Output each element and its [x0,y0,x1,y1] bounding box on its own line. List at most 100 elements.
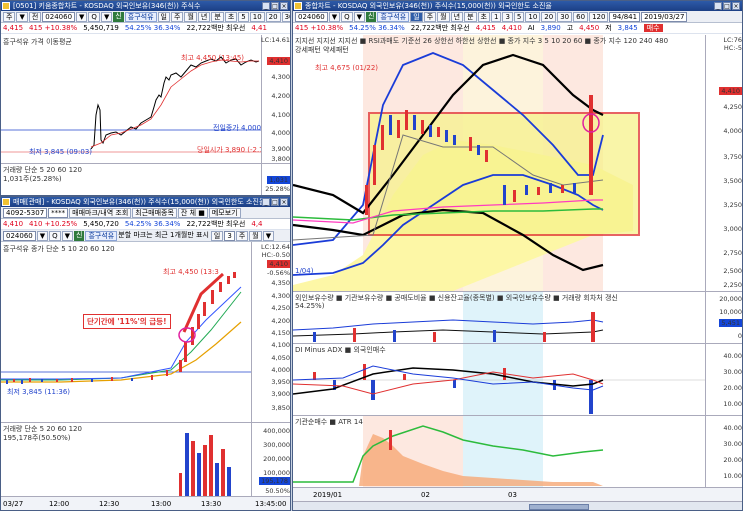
code-dropdown[interactable]: ▼ [328,12,341,22]
window-intraday-chart: [0501] 키움종합차트 - KOSDAQ 외국인보유(346(천)) 주식수… [0,0,291,196]
title-bar[interactable]: 매매[관매] - KOSDAQ 외국인보유(346(천)) 주식수(15,000… [1,197,290,207]
code-dropdown[interactable]: ▼ [76,12,88,22]
axis-label: 3,000 [723,225,742,233]
stock-name[interactable]: 흥구석유 [124,12,157,22]
minimize-button[interactable]: _ [262,198,270,206]
all-button[interactable]: 전 [28,12,42,22]
list-dropdown[interactable]: ▼ [100,12,113,22]
daily-chart[interactable]: 지지선 지지선 지지선 ■ RSI과매도 기준선 26 상한선 하한선 상한선 … [293,35,742,291]
week-button[interactable]: 주 [171,12,184,22]
year-button[interactable]: 년 [450,12,464,22]
minimize-button[interactable]: _ [262,2,270,10]
dmi-chart[interactable]: DI Minus ADX ■ 외국인매수 40.00 30.00 20.00 1… [293,343,742,416]
volume-chart[interactable]: 거래량 단순 5 20 60 120 195,178주(50.50%) 400,… [1,422,290,498]
code-dropdown[interactable]: ▼ [36,231,49,241]
second-button[interactable]: 초 [477,12,490,22]
amount: 22,722백만 최우선 [186,220,246,228]
week-button[interactable]: 주 [423,12,437,22]
minute-button[interactable]: 분 [464,12,477,22]
maximize-button[interactable]: □ [271,2,279,10]
change: 410 +10.25% [29,220,78,228]
stock-name[interactable]: 흥구석유 [377,12,410,22]
interval-30[interactable]: 30 [281,12,290,22]
search-icon[interactable]: Q [49,231,61,241]
search-icon[interactable]: Q [341,12,353,22]
axis-label: 3,900 [271,145,290,153]
interval-20[interactable]: 20 [541,12,557,22]
time-label: 13:00 [151,500,172,508]
minute-button[interactable]: 분 [211,12,224,22]
more-dropdown[interactable]: ▼ [262,231,275,241]
holdings-bars [313,312,595,342]
list-dropdown[interactable]: ▼ [353,12,366,22]
code-input[interactable]: 024060 [295,12,328,22]
month-button[interactable]: 월 [437,12,450,22]
interval-10[interactable]: 10 [249,12,265,22]
title-bar[interactable]: 종합차트 - KOSDAQ 외국인보유(346(천)) 주식수(15,000(천… [293,1,742,11]
interval-3[interactable]: 3 [502,12,513,22]
close-button[interactable]: × [280,2,288,10]
month-button[interactable]: 월 [184,12,197,22]
close-button[interactable]: × [280,198,288,206]
axis-label: 2,250 [723,281,742,289]
period-button[interactable]: 주 [3,12,16,22]
account-input[interactable]: 4092-5307 [3,208,48,218]
day-button[interactable]: 일 [210,231,224,241]
count-input[interactable]: 94/841 [609,12,641,22]
callout-box: 단기간에 '11%'의 급등! [83,314,171,329]
axis-label: 4,150 [271,329,290,337]
maximize-button[interactable]: □ [723,2,731,10]
holdings-chart[interactable]: 외인보유수량 ■ 기관보유수량 ■ 공매도비율 ■ 신용잔고율(종목별) ■ 외… [293,291,742,344]
price-chart[interactable]: 흥구석유 가격 이동평균 최고 4,450 (13:45) 최저 3,845 (… [1,35,290,163]
dropdown-icon[interactable]: ▼ [16,12,28,22]
scroll-thumb[interactable] [529,504,589,510]
second-button[interactable]: 초 [224,12,238,22]
interval-30[interactable]: 30 [557,12,573,22]
interval-1[interactable]: 1 [490,12,502,22]
axis-label: LC:12.64 [261,243,290,251]
holdings-line [293,319,604,331]
recent-stocks-button[interactable]: 최근매매종목 [132,208,177,218]
day-button[interactable]: 일 [410,12,423,22]
interval-60[interactable]: 60 [573,12,589,22]
close-button[interactable]: × [732,2,740,10]
title-bar[interactable]: [0501] 키움종합차트 - KOSDAQ 외국인보유(346(천)) 주식수… [1,1,290,11]
week-button[interactable]: 주 [235,231,249,241]
interval-5[interactable]: 5 [513,12,525,22]
code-input[interactable]: 024060 [42,12,76,22]
trade-mark-button[interactable]: 매매마크/내역 조회 [69,208,132,218]
memo-button[interactable]: 메모보기 [208,208,241,218]
value-7: 저 [605,24,612,32]
dmi-axis: 40.00 30.00 20.00 10.00 [705,344,742,415]
list-dropdown[interactable]: ▼ [61,231,74,241]
scroll-bar[interactable] [293,501,742,510]
interval-120[interactable]: 120 [589,12,609,22]
axis-label: HC:-0.50 [261,251,290,259]
minimize-button[interactable]: _ [714,2,722,10]
pattern-legend: 강세패턴 약세패턴 [295,46,349,54]
balance-button[interactable]: 잔 체 ■ [177,208,208,218]
axis-label: 10,000 [719,308,742,316]
code-input[interactable]: 024060 [3,231,36,241]
interval-10[interactable]: 10 [525,12,541,22]
search-icon[interactable]: Q [88,12,100,22]
interval-20[interactable]: 20 [265,12,281,22]
high-annotation: 최고 4,675 (01/22) [315,64,379,72]
month-button[interactable]: 월 [249,231,262,241]
interval-5[interactable]: 5 [238,12,249,22]
buy-button[interactable]: 매수 [643,24,663,32]
period-input[interactable]: 3 [224,231,235,241]
day-button[interactable]: 일 [157,12,170,22]
axis-label: 50.50% [265,487,290,495]
axis-label: 3,750 [723,153,742,161]
atr-chart[interactable]: 기관순매수 ■ ATR 14 40.00 30.00 20.00 10.00 [293,415,742,488]
minute-chart[interactable]: 흥구석유 종가 단순 5 10 20 60 120 최고 4,450 (13:3… [1,242,290,422]
password-input[interactable]: **** [48,208,69,218]
year-button[interactable]: 년 [197,12,211,22]
date-input[interactable]: 2019/03/27 [641,12,688,22]
volume-chart[interactable]: 거래량 단순 5 20 60 120 1,031주(25.28%) 1,031 … [1,163,290,195]
maximize-button[interactable]: □ [271,198,279,206]
stock-name[interactable]: 흥구석유 [85,231,118,241]
volume: 5,450,719 [83,24,119,32]
low-annotation: 1/04) [295,267,314,275]
